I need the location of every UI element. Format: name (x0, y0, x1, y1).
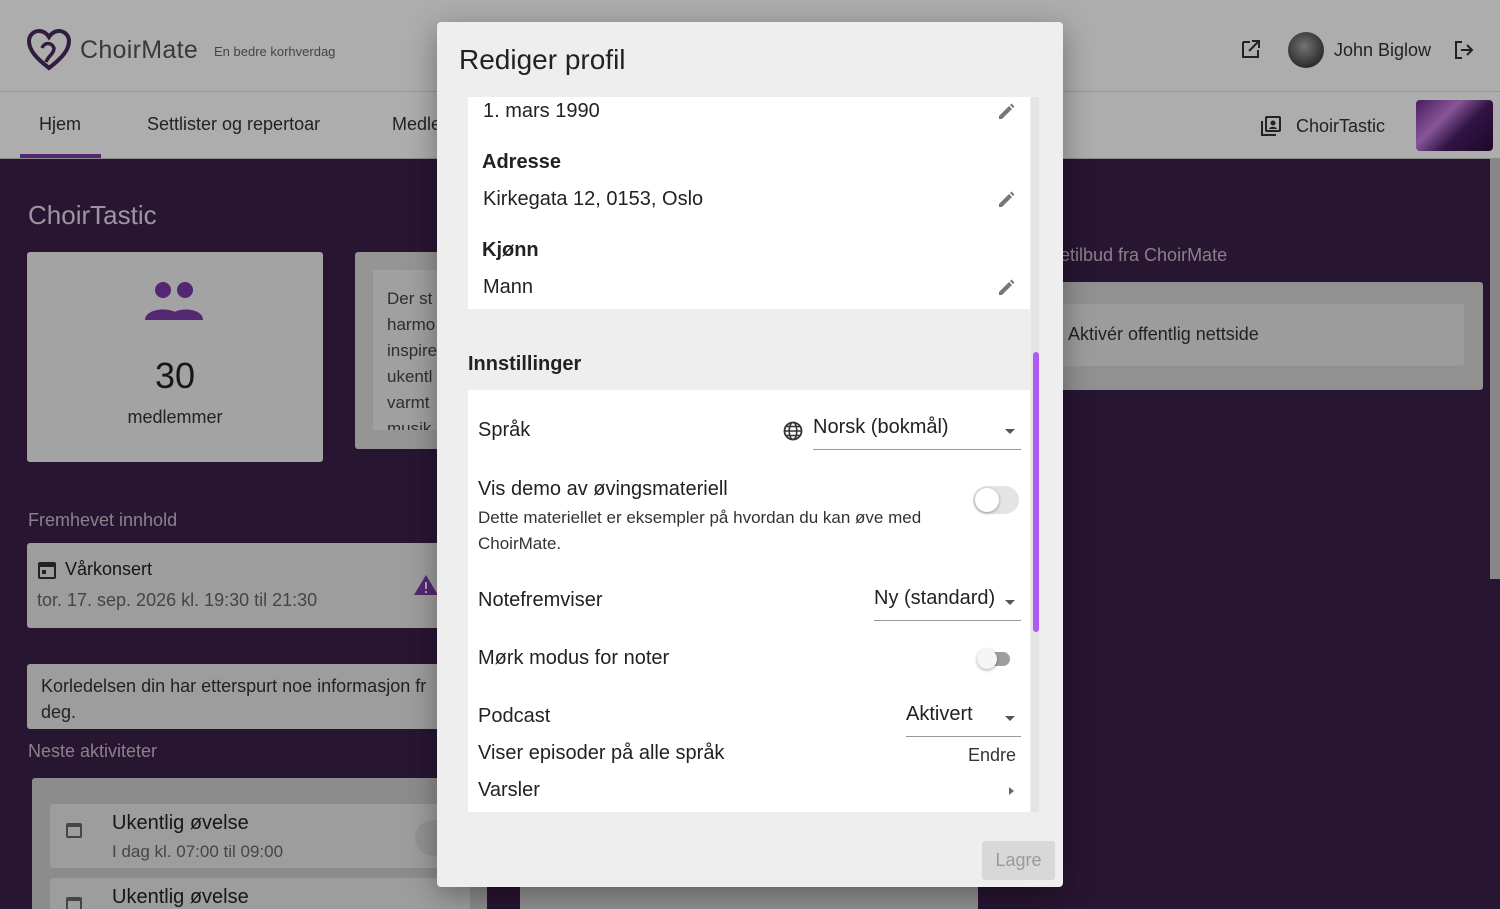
podcast-languages-text: Viser episoder på alle språk (478, 742, 725, 764)
notifications-row[interactable]: Varsler (478, 779, 540, 802)
demo-material-toggle[interactable] (973, 486, 1019, 514)
language-label: Språk (478, 419, 531, 441)
dark-mode-toggle[interactable] (977, 649, 1010, 669)
podcast-select[interactable]: Aktivert (906, 703, 1021, 737)
dark-mode-label: Mørk modus for noter (478, 647, 670, 669)
globe-icon (783, 421, 803, 441)
demo-material-label: Vis demo av øvingsmateriell (478, 478, 728, 500)
settings-heading: Innstillinger (468, 353, 582, 375)
demo-material-description: Dette materiellet er eksempler på hvorda… (478, 508, 922, 553)
gender-value: Mann (483, 276, 534, 298)
dialog-scroll-area[interactable]: 1. mars 1990 Adresse Kirkegata 12, 0153,… (437, 97, 1063, 812)
birthdate-value: 1. mars 1990 (483, 100, 600, 122)
sheet-viewer-label: Notefremviser (478, 589, 603, 611)
dialog-title: Rediger profil (459, 44, 626, 75)
language-select[interactable]: Norsk (bokmål) (813, 416, 1021, 450)
edit-birthdate-icon[interactable] (996, 102, 1016, 122)
sheet-viewer-value: Ny (standard) (874, 587, 996, 609)
chevron-right-icon[interactable] (1009, 787, 1014, 795)
edit-gender-icon[interactable] (996, 278, 1016, 298)
address-value: Kirkegata 12, 0153, Oslo (483, 188, 704, 210)
chevron-down-icon (1005, 600, 1015, 605)
profile-fields-card: 1. mars 1990 Adresse Kirkegata 12, 0153,… (468, 97, 1030, 309)
sheet-viewer-select[interactable]: Ny (standard) (874, 587, 1021, 621)
toggle-knob (977, 649, 997, 669)
dialog-scrollbar-thumb[interactable] (1033, 352, 1039, 632)
podcast-value: Aktivert (906, 703, 973, 725)
save-button[interactable]: Lagre (982, 841, 1055, 880)
chevron-down-icon (1005, 429, 1015, 434)
edit-address-icon[interactable] (996, 190, 1016, 210)
gender-label: Kjønn (482, 239, 539, 261)
settings-card: Språk Norsk (bokmål) Vis demo av øvingsm… (468, 390, 1030, 812)
edit-profile-dialog: Rediger profil 1. mars 1990 Adresse Kirk… (437, 22, 1063, 887)
address-label: Adresse (482, 151, 561, 173)
chevron-down-icon (1005, 716, 1015, 721)
toggle-knob (975, 488, 999, 512)
language-select-value: Norsk (bokmål) (813, 416, 949, 438)
change-button[interactable]: Endre (968, 745, 1016, 766)
podcast-label: Podcast (478, 705, 551, 727)
